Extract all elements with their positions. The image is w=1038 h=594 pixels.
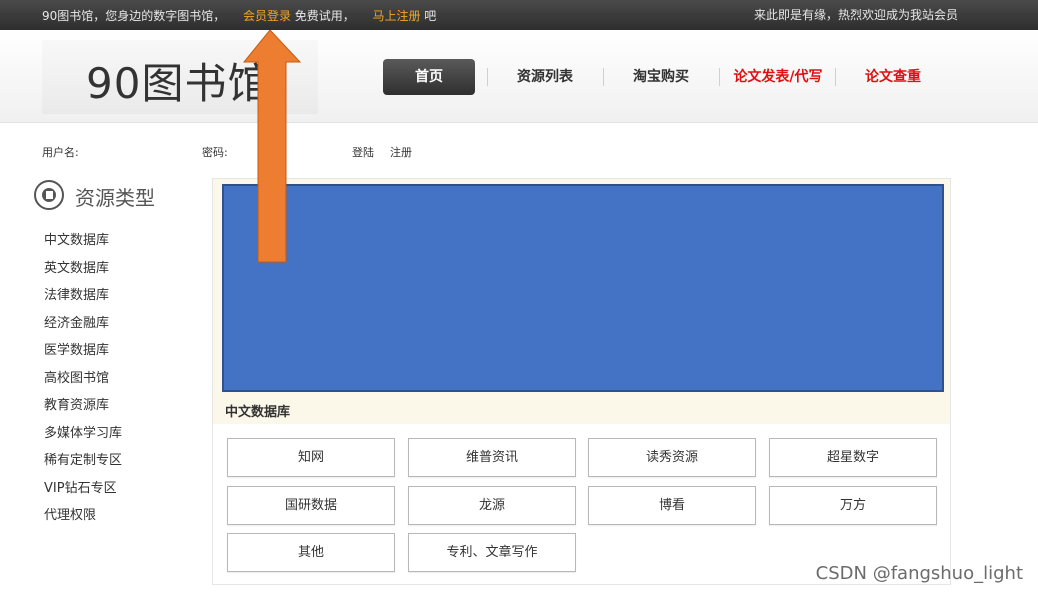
banner-image [222,184,944,392]
nav-separator [719,68,720,86]
nav-resource-list[interactable]: 资源列表 [499,59,591,95]
suffix-text: 吧 [424,9,437,23]
db-button-other[interactable]: 其他 [227,533,395,572]
username-label: 用户名: [42,146,79,159]
top-bar: 90图书馆，您身边的数字图书馆， 会员登录 免费试用， 马上注册 吧 来此即是有… [0,0,1038,30]
sidebar-item-law-db[interactable]: 法律数据库 [44,286,122,314]
login-button[interactable]: 登陆 [352,144,374,160]
copy-icon [34,180,64,210]
db-button-longyuan[interactable]: 龙源 [408,486,576,525]
welcome-text: 来此即是有缘，热烈欢迎成为我站会员 [753,8,958,22]
top-bar-left: 90图书馆，您身边的数字图书馆， 会员登录 免费试用， 马上注册 吧 [42,7,436,24]
header: 90图书馆 首页 资源列表 淘宝购买 论文发表/代写 论文查重 [0,30,1038,123]
sidebar-item-rare-custom[interactable]: 稀有定制专区 [44,451,122,479]
member-login-link[interactable]: 会员登录 [243,9,291,23]
trial-text: 免费试用， [294,9,355,23]
db-button-cnki[interactable]: 知网 [227,438,395,477]
sidebar-item-english-db[interactable]: 英文数据库 [44,259,122,287]
sidebar-item-multimedia[interactable]: 多媒体学习库 [44,424,122,452]
password-label: 密码: [202,146,228,159]
db-button-wanfang[interactable]: 万方 [769,486,937,525]
category-title: 中文数据库 [225,405,291,420]
db-button-chaoxing[interactable]: 超星数字 [769,438,937,477]
sidebar-title-text: 资源类型 [75,186,155,210]
nav-taobao-buy[interactable]: 淘宝购买 [615,59,707,95]
panel-top [213,179,950,424]
register-button[interactable]: 注册 [390,144,412,160]
sidebar-item-vip[interactable]: VIP钻石专区 [44,479,122,507]
db-button-vip[interactable]: 维普资讯 [408,438,576,477]
sidebar-item-medical-db[interactable]: 医学数据库 [44,341,122,369]
db-button-bookan[interactable]: 博看 [588,486,756,525]
nav-home[interactable]: 首页 [383,59,475,95]
sidebar-item-education-resources[interactable]: 教育资源库 [44,396,122,424]
main-panel: 中文数据库 知网 维普资讯 读秀资源 超星数字 国研数据 龙源 博看 万方 其他… [212,178,951,585]
username-input[interactable] [86,143,186,159]
db-button-guoyan[interactable]: 国研数据 [227,486,395,525]
nav-separator [603,68,604,86]
nav-paper-publish[interactable]: 论文发表/代写 [725,59,831,95]
sidebar-item-university-library[interactable]: 高校图书馆 [44,369,122,397]
db-button-patent-writing[interactable]: 专利、文章写作 [408,533,576,572]
db-button-duxiu[interactable]: 读秀资源 [588,438,756,477]
nav-plagiarism-check[interactable]: 论文查重 [847,59,939,95]
sidebar-item-agent[interactable]: 代理权限 [44,506,122,534]
annotation-arrow-icon [242,30,302,263]
sidebar-list: 中文数据库 英文数据库 法律数据库 经济金融库 医学数据库 高校图书馆 教育资源… [44,231,122,534]
sidebar-item-finance-db[interactable]: 经济金融库 [44,314,122,342]
nav-separator [835,68,836,86]
nav-separator [487,68,488,86]
register-link[interactable]: 马上注册 [372,9,420,23]
csdn-watermark: CSDN @fangshuo_light [815,563,1023,584]
sidebar-item-chinese-db[interactable]: 中文数据库 [44,231,122,259]
intro-text: 90图书馆，您身边的数字图书馆， [42,9,226,23]
